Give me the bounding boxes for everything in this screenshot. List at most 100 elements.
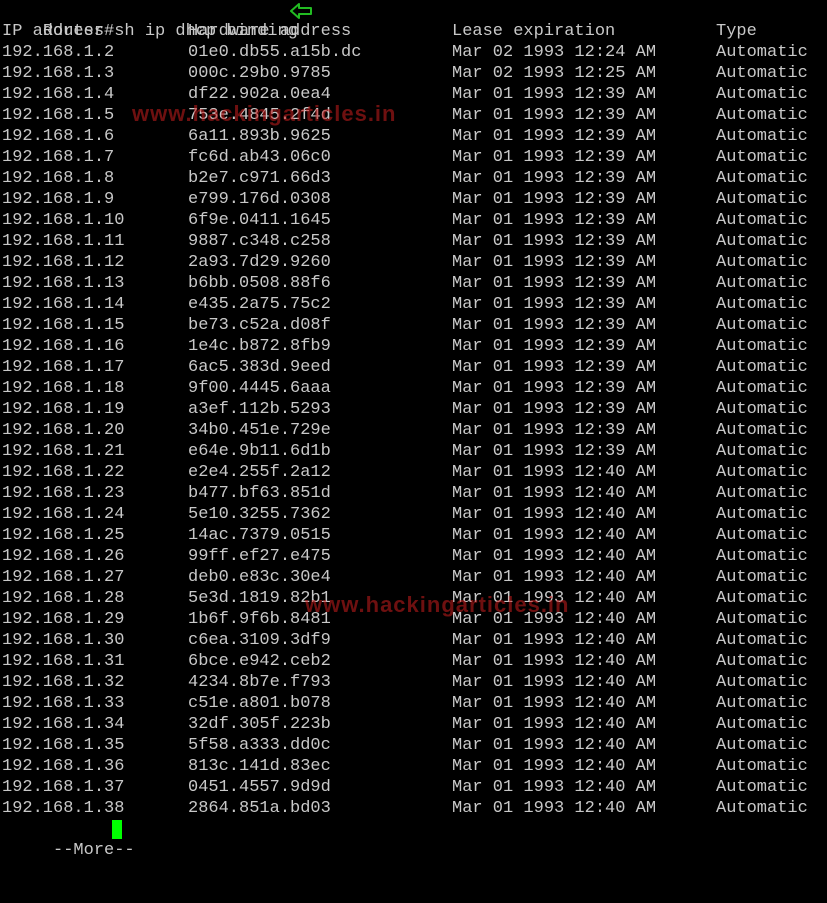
table-row: 192.168.1.4 df22.902a.0ea4 Mar 01 1993 12:… (2, 84, 825, 105)
table-row: 192.168.1.32 4234.8b7e.f793 Mar 01 1993 12… (2, 672, 825, 693)
cell-hardware-address: 5e3d.1819.82b1 (188, 589, 331, 608)
text-cursor (112, 820, 122, 839)
table-row: 192.168.1.2 01e0.db55.a15b.dc Mar 02 1993 … (2, 42, 825, 63)
cell-type: Automatic (716, 778, 808, 797)
table-row: 192.168.1.21 e64e.9b11.6d1b Mar 01 1993 12… (2, 441, 825, 462)
cell-ip-address: 192.168.1.32 (2, 673, 125, 692)
cell-ip-address: 192.168.1.24 (2, 505, 125, 524)
cell-hardware-address: 5e10.3255.7362 (188, 505, 331, 524)
table-row: 192.168.1.13 b6bb.0508.88f6 Mar 01 1993 12… (2, 273, 825, 294)
table-row: 192.168.1.26 99ff.ef27.e475 Mar 01 1993 12… (2, 546, 825, 567)
cell-hardware-address: e2e4.255f.2a12 (188, 463, 331, 482)
cell-ip-address: 192.168.1.23 (2, 484, 125, 503)
cell-type: Automatic (716, 64, 808, 83)
cell-lease-expiration: Mar 01 1993 12:39 AM (452, 211, 657, 230)
table-row: 192.168.1.19 a3ef.112b.5293 Mar 01 1993 12… (2, 399, 825, 420)
table-row: 192.168.1.25 14ac.7379.0515 Mar 01 1993 12… (2, 525, 825, 546)
table-row: 192.168.1.14 e435.2a75.75c2 Mar 01 1993 12… (2, 294, 825, 315)
cell-type: Automatic (716, 43, 808, 62)
table-row: 192.168.1.3 000c.29b0.9785 Mar 02 1993 12:… (2, 63, 825, 84)
cell-type: Automatic (716, 211, 808, 230)
header-type: Type (716, 22, 757, 41)
cell-type: Automatic (716, 463, 808, 482)
cell-hardware-address: 6ac5.383d.9eed (188, 358, 331, 377)
cell-hardware-address: 0451.4557.9d9d (188, 778, 331, 797)
cell-ip-address: 192.168.1.31 (2, 652, 125, 671)
cell-hardware-address: fc6d.ab43.06c0 (188, 148, 331, 167)
cell-type: Automatic (716, 421, 808, 440)
cell-hardware-address: 753e.4845.2f4d (188, 106, 331, 125)
cell-type: Automatic (716, 106, 808, 125)
cell-type: Automatic (716, 568, 808, 587)
cell-lease-expiration: Mar 01 1993 12:40 AM (452, 463, 657, 482)
cell-hardware-address: deb0.e83c.30e4 (188, 568, 331, 587)
cell-type: Automatic (716, 169, 808, 188)
table-row: 192.168.1.31 6bce.e942.ceb2 Mar 01 1993 12… (2, 651, 825, 672)
table-row: 192.168.1.30 c6ea.3109.3df9 Mar 01 1993 12… (2, 630, 825, 651)
cell-hardware-address: 2864.851a.bd03 (188, 799, 331, 818)
binding-table: 192.168.1.2 01e0.db55.a15b.dc Mar 02 1993 … (2, 42, 825, 819)
cell-lease-expiration: Mar 01 1993 12:39 AM (452, 295, 657, 314)
cell-hardware-address: 5f58.a333.dd0c (188, 736, 331, 755)
table-row: 192.168.1.10 6f9e.0411.1645 Mar 01 1993 12… (2, 210, 825, 231)
cell-lease-expiration: Mar 01 1993 12:39 AM (452, 148, 657, 167)
table-row: 192.168.1.17 6ac5.383d.9eed Mar 01 1993 12… (2, 357, 825, 378)
cell-lease-expiration: Mar 01 1993 12:39 AM (452, 442, 657, 461)
cell-type: Automatic (716, 316, 808, 335)
cell-ip-address: 192.168.1.25 (2, 526, 125, 545)
cell-type: Automatic (716, 379, 808, 398)
cell-ip-address: 192.168.1.27 (2, 568, 125, 587)
terminal-window[interactable]: Router#sh ip dhcp binding IP address Har… (2, 0, 825, 860)
cell-type: Automatic (716, 694, 808, 713)
cell-hardware-address: b6bb.0508.88f6 (188, 274, 331, 293)
cell-lease-expiration: Mar 01 1993 12:39 AM (452, 190, 657, 209)
table-row: 192.168.1.12 2a93.7d29.9260 Mar 01 1993 12… (2, 252, 825, 273)
cell-ip-address: 192.168.1.3 (2, 64, 115, 83)
cell-ip-address: 192.168.1.11 (2, 232, 125, 251)
header-lease-expiration: Lease expiration (452, 22, 616, 41)
cell-lease-expiration: Mar 01 1993 12:40 AM (452, 673, 657, 692)
cell-ip-address: 192.168.1.17 (2, 358, 125, 377)
table-row: 192.168.1.7 fc6d.ab43.06c0 Mar 01 1993 12:… (2, 147, 825, 168)
cell-ip-address: 192.168.1.19 (2, 400, 125, 419)
cell-ip-address: 192.168.1.5 (2, 106, 115, 125)
cell-lease-expiration: Mar 01 1993 12:40 AM (452, 778, 657, 797)
cell-type: Automatic (716, 673, 808, 692)
cell-ip-address: 192.168.1.9 (2, 190, 115, 209)
table-row: 192.168.1.29 1b6f.9f6b.8481 Mar 01 1993 12… (2, 609, 825, 630)
cell-lease-expiration: Mar 01 1993 12:40 AM (452, 568, 657, 587)
cell-type: Automatic (716, 589, 808, 608)
table-row: 192.168.1.24 5e10.3255.7362 Mar 01 1993 12… (2, 504, 825, 525)
cell-hardware-address: 99ff.ef27.e475 (188, 547, 331, 566)
cell-ip-address: 192.168.1.15 (2, 316, 125, 335)
cell-ip-address: 192.168.1.21 (2, 442, 125, 461)
cell-lease-expiration: Mar 01 1993 12:40 AM (452, 589, 657, 608)
cell-type: Automatic (716, 757, 808, 776)
cell-lease-expiration: Mar 01 1993 12:40 AM (452, 526, 657, 545)
cell-hardware-address: be73.c52a.d08f (188, 316, 331, 335)
cell-lease-expiration: Mar 01 1993 12:39 AM (452, 127, 657, 146)
cell-type: Automatic (716, 127, 808, 146)
cell-type: Automatic (716, 715, 808, 734)
table-row: 192.168.1.18 9f00.4445.6aaa Mar 01 1993 12… (2, 378, 825, 399)
cell-lease-expiration: Mar 01 1993 12:40 AM (452, 505, 657, 524)
table-row: 192.168.1.9 e799.176d.0308 Mar 01 1993 12:… (2, 189, 825, 210)
left-arrow-icon (290, 3, 312, 19)
cell-ip-address: 192.168.1.4 (2, 85, 115, 104)
cell-hardware-address: df22.902a.0ea4 (188, 85, 331, 104)
table-row: 192.168.1.6 6a11.893b.9625 Mar 01 1993 12:… (2, 126, 825, 147)
cell-type: Automatic (716, 610, 808, 629)
cell-type: Automatic (716, 253, 808, 272)
table-row: 192.168.1.38 2864.851a.bd03 Mar 01 1993 12… (2, 798, 825, 819)
cell-type: Automatic (716, 400, 808, 419)
cell-type: Automatic (716, 337, 808, 356)
cell-hardware-address: b477.bf63.851d (188, 484, 331, 503)
cell-type: Automatic (716, 799, 808, 818)
cell-hardware-address: 2a93.7d29.9260 (188, 253, 331, 272)
cell-ip-address: 192.168.1.37 (2, 778, 125, 797)
cell-lease-expiration: Mar 01 1993 12:39 AM (452, 379, 657, 398)
cell-lease-expiration: Mar 01 1993 12:39 AM (452, 400, 657, 419)
cell-type: Automatic (716, 547, 808, 566)
cell-type: Automatic (716, 358, 808, 377)
cell-type: Automatic (716, 652, 808, 671)
